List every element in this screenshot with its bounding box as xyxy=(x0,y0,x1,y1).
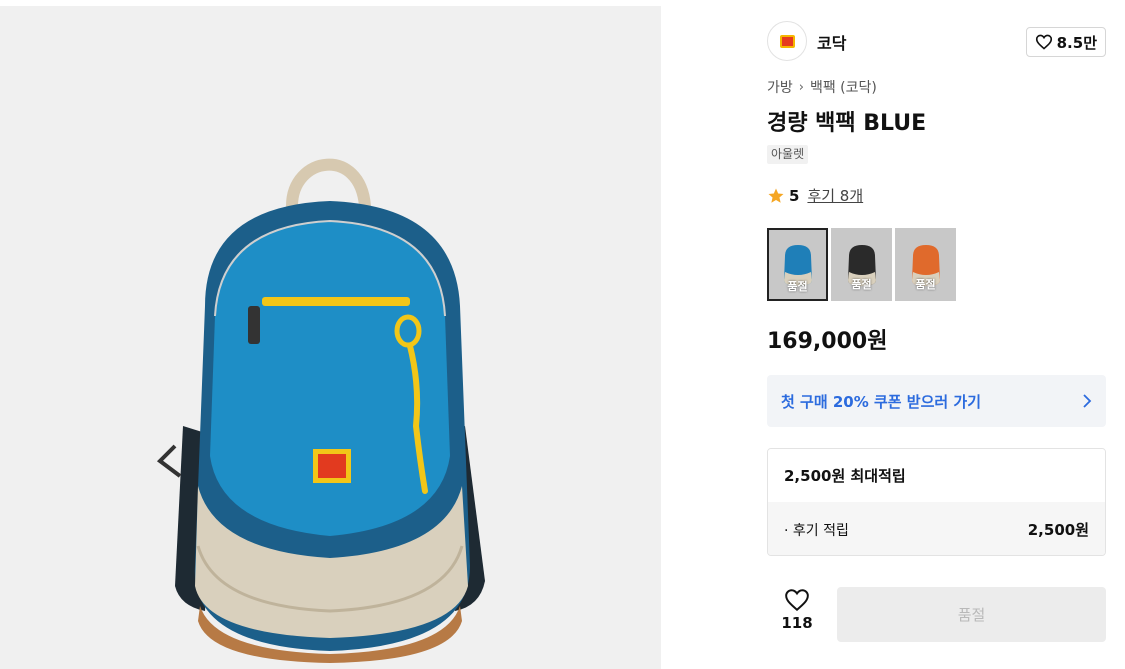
swatch-soldout-label: 품절 xyxy=(915,278,936,291)
swatch-orange[interactable]: 품절 xyxy=(895,228,956,301)
product-info-panel: 코닥 8.5만 가방 › 백팩 (코닥) 경량 백팩 BLUE 아울렛 5 후기… xyxy=(767,0,1106,669)
breadcrumb-sub-category[interactable]: 백팩 (코닥) xyxy=(810,77,877,97)
brand-row: 코닥 8.5만 xyxy=(767,21,1106,61)
wishlist-count: 118 xyxy=(781,614,813,632)
heart-icon xyxy=(785,589,809,612)
swatch-soldout-label: 품절 xyxy=(851,278,872,291)
star-icon xyxy=(768,188,784,203)
brand-like-count: 8.5만 xyxy=(1056,33,1097,52)
swatch-black[interactable]: 품절 xyxy=(831,228,892,301)
swatch-soldout-label: 품절 xyxy=(787,280,808,293)
soldout-button[interactable]: 품절 xyxy=(837,587,1106,642)
product-title: 경량 백팩 BLUE xyxy=(767,111,927,136)
points-box: 2,500원 최대적립 · 후기 적립 2,500원 xyxy=(767,448,1106,556)
breadcrumb-category[interactable]: 가방 xyxy=(767,77,793,97)
kodak-logo-icon xyxy=(779,34,795,48)
wishlist-button[interactable]: 118 xyxy=(767,588,827,632)
chevron-right-icon: › xyxy=(798,79,804,95)
brand-logo[interactable] xyxy=(767,21,807,61)
color-swatches: 품절 품절 품절 xyxy=(767,228,956,301)
rating-score: 5 xyxy=(789,186,800,205)
points-row-label: · 후기 적립 xyxy=(784,522,849,539)
points-title: 2,500원 최대적립 xyxy=(768,449,1105,502)
heart-icon xyxy=(1035,34,1052,50)
backpack-illustration xyxy=(156,158,485,663)
points-row: · 후기 적립 2,500원 xyxy=(768,502,1105,555)
coupon-banner[interactable]: 첫 구매 20% 쿠폰 받으러 가기 xyxy=(767,375,1106,427)
product-price: 169,000원 xyxy=(767,329,888,354)
brand-like-button[interactable]: 8.5만 xyxy=(1025,27,1106,57)
product-image[interactable] xyxy=(0,6,661,669)
points-row-value: 2,500원 xyxy=(1027,521,1089,539)
outlet-tag: 아울렛 xyxy=(767,145,809,164)
breadcrumb: 가방 › 백팩 (코닥) xyxy=(767,77,877,97)
chevron-right-icon xyxy=(1083,394,1092,408)
swatch-blue[interactable]: 품절 xyxy=(767,228,828,301)
brand-name[interactable]: 코닥 xyxy=(817,30,846,54)
coupon-label: 첫 구매 20% 쿠폰 받으러 가기 xyxy=(781,392,982,411)
reviews-link[interactable]: 후기 8개 xyxy=(807,185,863,206)
rating-row: 5 후기 8개 xyxy=(767,185,863,206)
